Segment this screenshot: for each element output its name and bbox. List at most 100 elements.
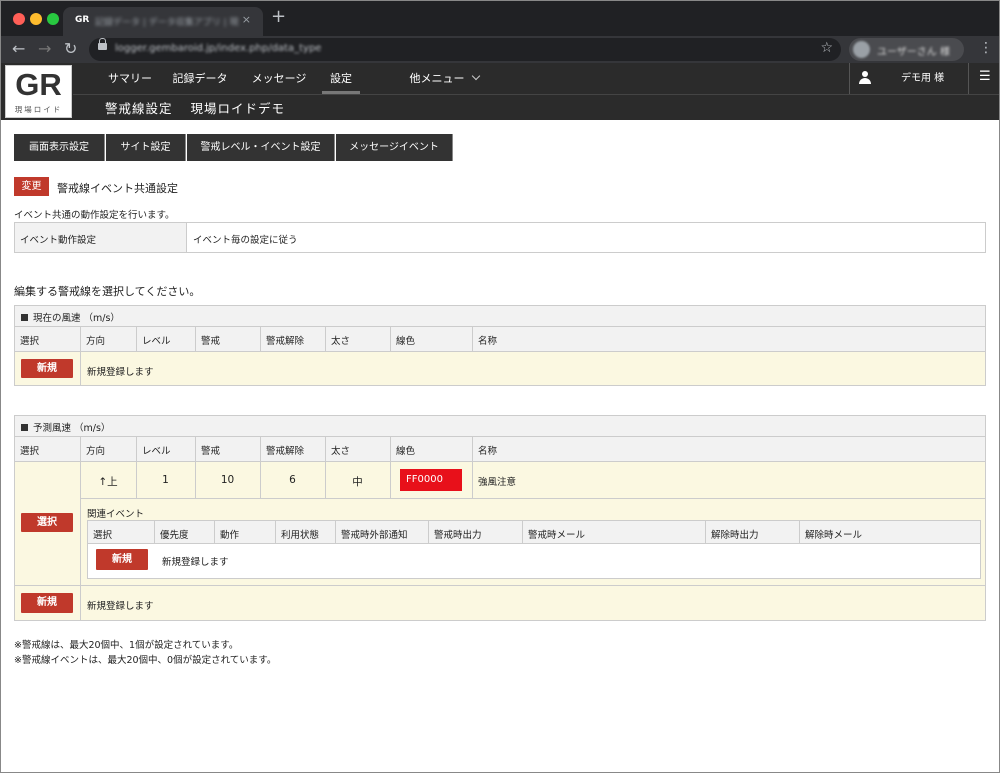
related-events-title: 関連イベント bbox=[87, 509, 145, 520]
nav-records[interactable]: 記録データ bbox=[167, 63, 233, 94]
col-name: 名称 bbox=[478, 336, 498, 347]
nav-other-label: 他メニュー bbox=[409, 72, 465, 85]
app-menu-icon[interactable]: ☰ bbox=[979, 69, 991, 84]
col-direction: 方向 bbox=[86, 336, 106, 347]
event-action-value: イベント毎の設定に従う bbox=[193, 235, 298, 246]
divider bbox=[849, 63, 850, 94]
col-select: 選択 bbox=[20, 336, 40, 347]
tab-close-icon[interactable]: × bbox=[242, 13, 251, 26]
square-icon bbox=[21, 314, 28, 321]
related-new-text: 新規登録します bbox=[162, 557, 229, 568]
tab-site-settings[interactable]: サイト設定 bbox=[106, 134, 186, 161]
user-name[interactable]: デモ用 様 bbox=[901, 63, 944, 94]
divider bbox=[968, 63, 969, 94]
new-button[interactable]: 新規 bbox=[21, 593, 73, 613]
browser-tab[interactable]: GR 記録データ | データ収集アプリ | 現 × bbox=[63, 7, 263, 36]
user-icon bbox=[859, 71, 871, 85]
note-event-count: ※警戒線イベントは、最大20個中、0個が設定されています。 bbox=[14, 655, 277, 666]
nav-summary-label: サマリー bbox=[108, 72, 152, 85]
square-icon bbox=[21, 424, 28, 431]
new-row-text: 新規登録します bbox=[87, 367, 154, 378]
col-width: 太さ bbox=[331, 446, 351, 457]
nav-messages[interactable]: メッセージ bbox=[245, 63, 313, 94]
site-name: 現場ロイドデモ bbox=[190, 101, 286, 116]
section-header bbox=[15, 306, 985, 326]
logo-text: GR bbox=[15, 67, 62, 102]
tab-strip: GR 記録データ | データ収集アプリ | 現 × + bbox=[1, 1, 999, 36]
tab-message-event[interactable]: メッセージイベント bbox=[336, 134, 453, 161]
logo-subtext: 現場ロイド bbox=[14, 105, 63, 114]
divider bbox=[73, 94, 999, 95]
minimize-window-button[interactable] bbox=[30, 13, 42, 25]
col-release: 警戒解除 bbox=[266, 336, 305, 347]
back-icon[interactable]: ← bbox=[12, 39, 25, 58]
chevron-down-icon bbox=[471, 71, 480, 81]
rel-col-status: 利用状態 bbox=[281, 530, 320, 541]
rel-col-action: 動作 bbox=[220, 530, 240, 541]
tab-title: 記録データ | データ収集アプリ | 現 bbox=[95, 18, 239, 28]
nav-messages-label: メッセージ bbox=[251, 72, 307, 85]
col-level: レベル bbox=[142, 446, 171, 457]
lock-icon bbox=[98, 38, 107, 50]
rel-col-alert-mail: 警戒時メール bbox=[528, 530, 586, 541]
address-bar[interactable]: logger.gembaroid.jp/index.php/data_type … bbox=[89, 38, 841, 61]
common-settings-desc: イベント共通の動作設定を行います。 bbox=[14, 210, 175, 221]
section-header bbox=[15, 416, 985, 436]
profile-name: ユーザーさん 様 bbox=[877, 47, 950, 58]
nav-settings-label: 設定 bbox=[330, 72, 352, 85]
col-select: 選択 bbox=[20, 446, 40, 457]
row-name: 強風注意 bbox=[478, 477, 517, 488]
page-title: 警戒線設定 現場ロイドデモ bbox=[105, 98, 303, 117]
url-text: logger.gembaroid.jp/index.php/data_type bbox=[115, 43, 322, 54]
rel-col-release-output: 解除時出力 bbox=[711, 530, 759, 541]
section-title-text: 現在の風速 （m/s） bbox=[33, 313, 120, 324]
page-title-text: 警戒線設定 bbox=[105, 101, 173, 116]
reload-icon[interactable]: ↻ bbox=[64, 39, 77, 58]
col-alert: 警戒 bbox=[201, 336, 221, 347]
new-button[interactable]: 新規 bbox=[21, 359, 73, 378]
tab-display-settings[interactable]: 画面表示設定 bbox=[14, 134, 105, 161]
section-title-text: 予測風速 （m/s） bbox=[33, 423, 111, 434]
section-title: 現在の風速 （m/s） bbox=[21, 310, 120, 324]
row-release: 6 bbox=[289, 474, 296, 486]
rel-col-release-mail: 解除時メール bbox=[805, 530, 863, 541]
related-events-table: 選択 優先度 動作 利用状態 警戒時外部通知 警戒時出力 警戒時メール 解除時出… bbox=[87, 520, 981, 579]
browser-menu-icon[interactable]: ⋮ bbox=[979, 40, 993, 56]
tab-alert-level-event[interactable]: 警戒レベル・イベント設定 bbox=[187, 134, 335, 161]
tab-favicon: GR bbox=[75, 15, 90, 25]
note-line-count: ※警戒線は、最大20個中、1個が設定されています。 bbox=[14, 640, 239, 651]
col-color: 線色 bbox=[396, 446, 416, 457]
new-tab-button[interactable]: + bbox=[271, 6, 286, 27]
col-direction: 方向 bbox=[86, 446, 106, 457]
new-row-text: 新規登録します bbox=[87, 601, 154, 612]
app-logo[interactable]: GR 現場ロイド bbox=[5, 65, 72, 118]
line-color-swatch: FF0000 bbox=[400, 469, 462, 491]
change-badge[interactable]: 変更 bbox=[14, 177, 49, 196]
rel-col-alert-output: 警戒時出力 bbox=[434, 530, 482, 541]
nav-other-menu[interactable]: 他メニュー bbox=[403, 63, 485, 94]
select-button[interactable]: 選択 bbox=[21, 513, 73, 532]
common-settings-title: 警戒線イベント共通設定 bbox=[57, 182, 178, 195]
row-level: 1 bbox=[162, 474, 169, 486]
row-direction: ↑上 bbox=[98, 476, 118, 488]
row-alert: 10 bbox=[220, 474, 235, 486]
common-settings-table: イベント動作設定 イベント毎の設定に従う bbox=[14, 222, 986, 253]
section-forecast-wind: 予測風速 （m/s） 選択 方向 レベル 警戒 警戒解除 太さ 線色 名称 ↑上… bbox=[14, 415, 986, 621]
col-color: 線色 bbox=[396, 336, 416, 347]
close-window-button[interactable] bbox=[13, 13, 25, 25]
app-header: GR 現場ロイド サマリー 記録データ メッセージ 設定 他メニュー デモ用 様… bbox=[1, 63, 999, 120]
profile-chip[interactable]: ユーザーさん 様 bbox=[849, 38, 964, 61]
event-action-label: イベント動作設定 bbox=[20, 235, 97, 246]
nav-settings[interactable]: 設定 bbox=[322, 63, 360, 94]
nav-records-label: 記録データ bbox=[172, 72, 228, 85]
col-name: 名称 bbox=[478, 446, 498, 457]
nav-summary[interactable]: サマリー bbox=[99, 63, 161, 94]
forward-icon[interactable]: → bbox=[38, 39, 51, 58]
related-new-button[interactable]: 新規 bbox=[96, 549, 148, 570]
rel-col-priority: 優先度 bbox=[160, 530, 189, 541]
bookmark-star-icon[interactable]: ☆ bbox=[820, 40, 833, 56]
maximize-window-button[interactable] bbox=[47, 13, 59, 25]
select-prompt: 編集する警戒線を選択してください。 bbox=[14, 285, 201, 298]
main-content: 画面表示設定 サイト設定 警戒レベル・イベント設定 メッセージイベント 変更 警… bbox=[1, 120, 999, 772]
col-width: 太さ bbox=[331, 336, 351, 347]
